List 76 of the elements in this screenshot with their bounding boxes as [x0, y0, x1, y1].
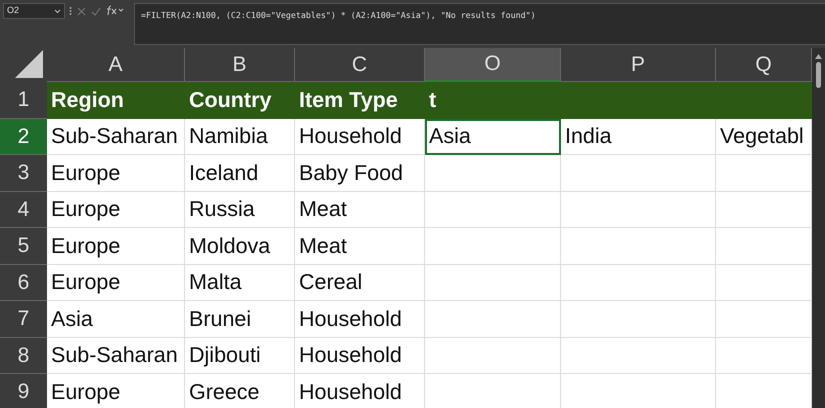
sheet-cell[interactable] [716, 155, 812, 192]
sheet-cell[interactable]: Europe [47, 155, 185, 192]
sheet-cell[interactable]: Djibouti [185, 338, 295, 374]
sheet-cell[interactable]: Namibia [185, 118, 295, 155]
sheet-cell[interactable] [716, 301, 812, 338]
sheet-cell[interactable] [561, 264, 716, 301]
column-header[interactable]: B [185, 48, 295, 82]
row-header[interactable]: 3 [0, 155, 47, 192]
sheet-cell[interactable] [561, 228, 716, 264]
sheet-cell[interactable]: Sub-Saharan [47, 338, 185, 374]
sheet-cell[interactable]: Moldova [185, 228, 295, 264]
sheet-cell[interactable] [425, 264, 561, 301]
name-box-input[interactable]: O2 [7, 4, 47, 18]
sheet-cell[interactable]: Europe [47, 192, 185, 228]
column-header[interactable]: C [295, 48, 425, 82]
sheet-cell[interactable]: Household [295, 338, 425, 374]
sheet-cell[interactable]: Greece [185, 374, 295, 408]
sheet-cell[interactable] [561, 338, 716, 374]
sheet-cell[interactable] [716, 338, 812, 374]
sheet-cell[interactable] [561, 155, 716, 192]
column-header[interactable]: Q [716, 48, 812, 82]
sheet-cell[interactable]: Russia [185, 192, 295, 228]
scroll-thumb[interactable] [816, 62, 821, 88]
sheet-cell[interactable] [561, 192, 716, 228]
sheet-cell[interactable]: Household [295, 118, 425, 155]
sheet-cell[interactable]: Europe [47, 264, 185, 301]
active-cell[interactable]: Asia [425, 118, 561, 155]
row-header[interactable]: 1 [0, 82, 47, 118]
sheet-cell[interactable]: Sub-Saharan [47, 118, 185, 155]
row-header[interactable]: 7 [0, 301, 47, 338]
sheet-cell[interactable] [716, 264, 812, 301]
sheet-cell[interactable]: Cereal [295, 264, 425, 301]
sheet-cell[interactable]: Europe [47, 374, 185, 408]
column-header[interactable]: O [425, 48, 561, 82]
sheet-cell[interactable]: Meat [295, 228, 425, 264]
row-header[interactable]: 6 [0, 264, 47, 301]
more-options-icon[interactable] [69, 6, 72, 16]
header-cell[interactable]: Country [185, 82, 295, 118]
sheet-cell[interactable]: Household [295, 301, 425, 338]
select-all-icon[interactable] [15, 50, 43, 78]
sheet-cell[interactable]: Europe [47, 228, 185, 264]
sheet-cell[interactable] [425, 192, 561, 228]
sheet-cell[interactable] [716, 228, 812, 264]
sheet-cell[interactable] [425, 155, 561, 192]
sheet-cell[interactable]: Asia [47, 301, 185, 338]
sheet-cell[interactable]: Malta [185, 264, 295, 301]
name-box[interactable]: O2 [3, 3, 65, 19]
sheet-cell[interactable] [716, 192, 812, 228]
scrollbar[interactable] [812, 48, 825, 408]
row-header[interactable]: 9 [0, 374, 47, 408]
sheet-cell[interactable] [425, 338, 561, 374]
sheet-cell[interactable]: Baby Food [295, 155, 425, 192]
chevron-icon [54, 8, 61, 14]
header-cell[interactable]: Region [47, 82, 185, 118]
column-header[interactable]: A [47, 48, 185, 82]
sheet-cell[interactable] [425, 301, 561, 338]
row-header[interactable]: 4 [0, 192, 47, 228]
scroll-up-icon[interactable] [815, 54, 822, 59]
sheet-cell[interactable] [561, 301, 716, 338]
sheet-cell[interactable] [425, 228, 561, 264]
header-cell[interactable]: t [425, 82, 561, 118]
sheet-cell[interactable]: Meat [295, 192, 425, 228]
formula-field[interactable]: =FILTER(A2:N100, (C2:C100="Vegetables") * (A2:A100="Asia"), "No results found") [134, 3, 825, 45]
row-header[interactable]: 8 [0, 338, 47, 374]
header-cell[interactable] [716, 82, 812, 118]
column-header[interactable]: P [561, 48, 716, 82]
sheet-cell[interactable]: India [561, 118, 716, 155]
cancel-icon[interactable] [77, 6, 86, 16]
header-cell[interactable]: Item Type [295, 82, 425, 118]
enter-icon[interactable] [91, 6, 101, 16]
row-header[interactable]: 2 [0, 118, 47, 155]
sheet-cell[interactable]: Vegetabl [716, 118, 812, 155]
row-header[interactable]: 5 [0, 228, 47, 264]
sheet-cell[interactable]: Brunei [185, 301, 295, 338]
sheet-cell[interactable]: Household [295, 374, 425, 408]
sheet-cell[interactable]: Iceland [185, 155, 295, 192]
